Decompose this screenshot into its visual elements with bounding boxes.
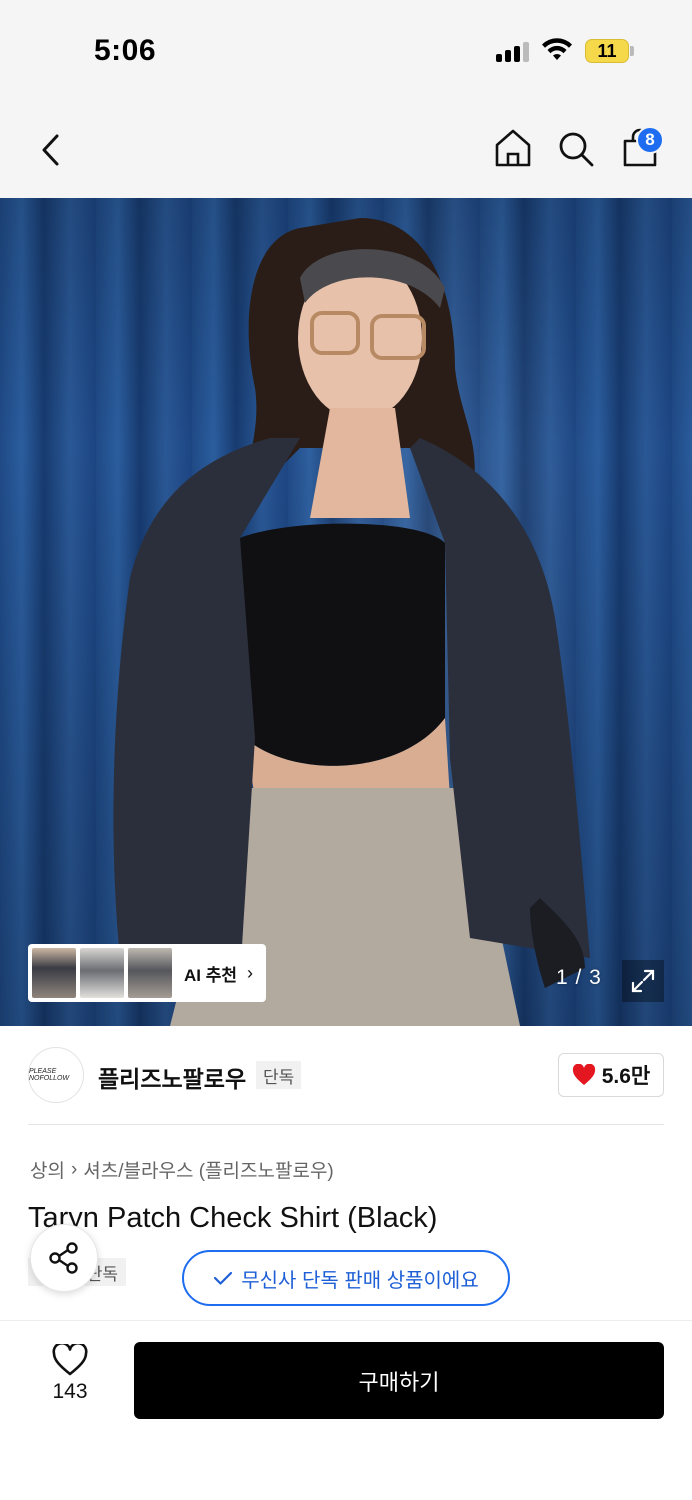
status-time: 5:06 — [94, 34, 157, 67]
model-photo — [113, 218, 590, 1026]
expand-image-button[interactable] — [622, 960, 664, 1002]
brand-like-count: 5.6만 — [601, 1065, 651, 1088]
home-button[interactable] — [490, 124, 536, 172]
wishlist-button[interactable]: 143 — [40, 1344, 100, 1414]
product-title: Taryn Patch Check Shirt (Black) — [28, 1202, 438, 1234]
cellular-signal-icon — [496, 42, 530, 62]
checkmark-icon — [214, 1271, 233, 1285]
wifi-icon — [542, 38, 572, 60]
ai-thumbnail-1 — [32, 948, 76, 998]
home-icon — [495, 129, 531, 167]
search-button[interactable] — [554, 126, 598, 172]
share-button[interactable] — [30, 1224, 98, 1292]
brand-logo-text: PLEASE NOFOLLOW — [29, 1068, 70, 1082]
heart-filled-icon — [572, 1064, 595, 1085]
battery-indicator: 11 — [585, 39, 629, 63]
divider — [28, 1124, 664, 1125]
battery-cap — [630, 46, 634, 56]
breadcrumb-category[interactable]: 상의 — [30, 1156, 65, 1183]
ai-recommendation-label: AI 추천 — [184, 965, 238, 985]
brand-exclusive-tag: 단독 — [256, 1061, 302, 1089]
exclusive-notice-pill[interactable]: 무신사 단독 판매 상품이에요 — [182, 1250, 510, 1306]
brand-like-button[interactable]: 5.6만 — [558, 1053, 664, 1097]
exclusive-notice-text: 무신사 단독 판매 상품이에요 — [241, 1269, 479, 1292]
chevron-left-icon — [42, 134, 59, 166]
ai-thumbnail-3 — [128, 948, 172, 998]
cart-count-badge: 8 — [636, 126, 664, 154]
back-button[interactable] — [30, 128, 70, 172]
chevron-right-icon: › — [70, 1158, 78, 1180]
breadcrumb: 상의 › 셔츠/블라우스 (플리즈노팔로우) — [30, 1156, 334, 1183]
buy-button[interactable]: 구매하기 — [134, 1342, 664, 1419]
product-image[interactable]: AI 추천 › 1 / 3 — [0, 198, 692, 1026]
wishlist-count: 143 — [52, 1380, 88, 1403]
brand-name[interactable]: 플리즈노팔로우 — [98, 1060, 246, 1094]
ai-thumbnail-2 — [80, 948, 124, 998]
ai-recommendation-card[interactable]: AI 추천 › — [28, 944, 266, 1002]
breadcrumb-subcategory[interactable]: 셔츠/블라우스 (플리즈노팔로우) — [83, 1156, 333, 1183]
search-icon — [559, 132, 594, 167]
share-icon — [49, 1242, 78, 1274]
heart-outline-icon — [52, 1344, 88, 1376]
chevron-right-icon: › — [247, 962, 254, 983]
expand-icon — [631, 969, 655, 993]
image-page-counter: 1 / 3 — [556, 966, 602, 989]
brand-logo[interactable]: PLEASE NOFOLLOW — [28, 1047, 84, 1103]
top-bar: 5:06 11 8 — [0, 0, 692, 198]
